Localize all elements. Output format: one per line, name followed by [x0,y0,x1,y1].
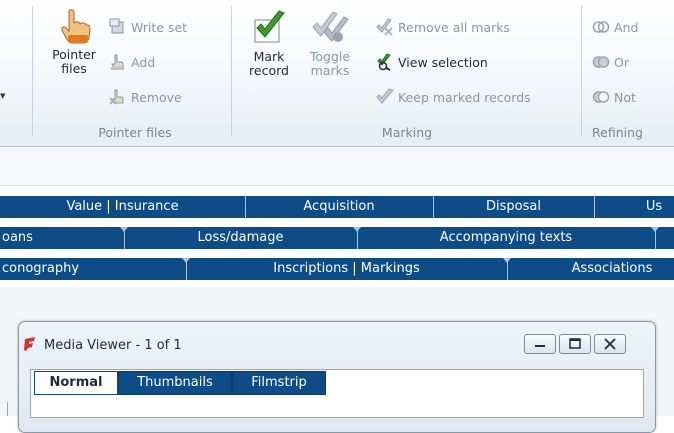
remove-label: Remove [131,89,182,105]
remove-all-marks-label: Remove all marks [398,19,511,35]
marking-group-label: Marking [381,125,433,140]
pointer-files-button[interactable]: Pointer files [45,8,104,76]
remove-marks-icon [376,18,393,36]
or-venn-icon [592,56,610,68]
tab-us[interactable]: Us [594,196,674,218]
view-selection-label: View selection [398,54,488,70]
keep-marked-records-button[interactable]: Keep marked records [376,86,531,108]
or-button[interactable]: Or [592,51,629,73]
tab-acquisition[interactable]: Acquisition [245,196,433,218]
or-label: Or [614,54,629,70]
toggle-marks-button[interactable]: Toggle marks [300,10,360,78]
write-set-icon [109,18,124,34]
view-selection-button[interactable]: View selection [376,51,488,73]
ribbon-separator [32,6,33,136]
tab-loss-damage[interactable]: Loss/damage [124,227,357,249]
tab-accompanying-texts[interactable]: Accompanying texts [357,227,655,249]
not-button[interactable]: Not [592,86,636,108]
tab-value-insurance[interactable]: Value | Insurance [0,196,245,218]
toolbar-strip [0,147,674,186]
tab-normal[interactable]: Normal [34,371,118,395]
mark-record-label-1: Mark [253,49,285,64]
tab-row-1: Value | Insurance Acquisition Disposal U… [0,196,674,218]
media-viewer-title: Media Viewer - 1 of 1 [44,338,182,353]
and-venn-icon [592,21,610,33]
ribbon-separator [231,6,232,136]
close-icon [604,338,616,350]
minimize-button[interactable] [524,334,556,354]
tab-associations[interactable]: Associations [507,258,674,280]
maximize-icon [569,338,581,349]
pointer-files-label-1: Pointer [52,47,96,62]
tab-inscriptions-markings[interactable]: Inscriptions | Markings [186,258,507,280]
tab-filmstrip[interactable]: Filmstrip [232,371,326,395]
write-set-button[interactable]: Write set [109,16,187,38]
close-button[interactable] [594,334,626,354]
and-label: And [614,19,639,35]
ribbon-separator [581,6,582,136]
remove-pointer-icon [109,89,124,105]
pointer-files-label-2: files [61,61,87,76]
view-selection-icon [377,53,391,71]
content-edge [7,402,8,416]
tab-disposal[interactable]: Disposal [433,196,594,218]
pointer-files-group-label: Pointer files [98,125,172,140]
minimize-icon [535,345,545,347]
tab-thumbnails[interactable]: Thumbnails [118,371,232,395]
tab-row-3: conography Inscriptions | Markings Assoc… [0,258,674,280]
add-pointer-icon [111,54,124,70]
tab-iconography[interactable]: conography [0,258,188,280]
and-button[interactable]: And [592,16,638,38]
mark-record-button[interactable]: Mark record [240,10,299,78]
add-button[interactable]: Add [109,51,155,73]
tab-separator [655,227,656,249]
refining-group-label: Refining [592,125,643,140]
checkmark-icon [254,10,285,43]
keep-marked-records-label: Keep marked records [398,89,531,105]
pointer-hand-icon [61,9,91,44]
remove-all-marks-button[interactable]: Remove all marks [376,16,510,38]
write-set-label: Write set [131,19,188,35]
keep-marked-icon [376,88,394,104]
tab-loans[interactable]: oans [0,227,126,249]
toggle-marks-icon [312,11,349,42]
maximize-button[interactable] [559,334,591,354]
collapse-arrow-icon[interactable]: ▼ [0,92,5,100]
add-label: Add [131,54,156,70]
app-logo-icon [24,337,35,351]
not-venn-icon [592,91,610,103]
tab-row-2: oans Loss/damage Accompanying texts [0,227,674,249]
not-label: Not [614,89,636,105]
remove-button[interactable]: Remove [109,86,182,108]
mark-record-label-2: record [249,63,289,78]
toggle-marks-label-2: marks [310,63,350,78]
toggle-marks-label-1: Toggle [309,49,351,64]
